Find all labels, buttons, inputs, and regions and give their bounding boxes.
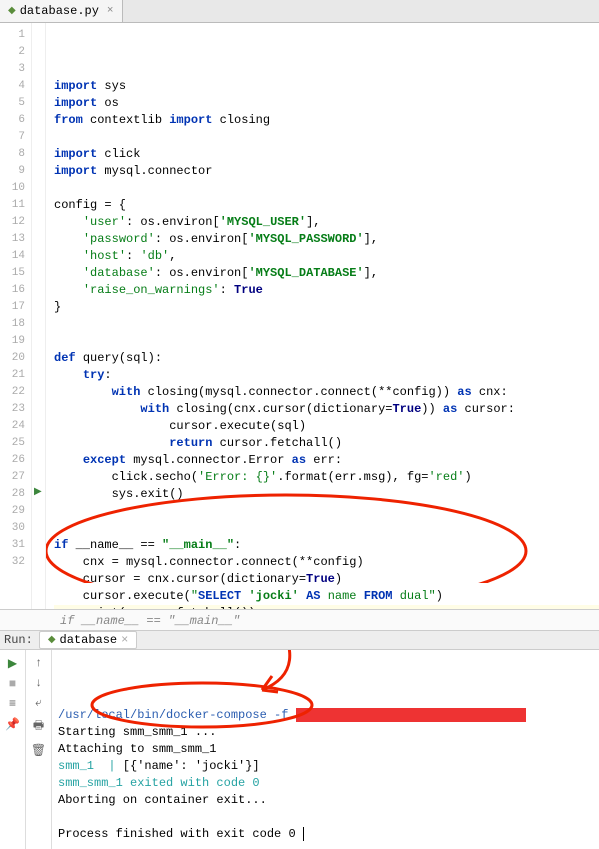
down-button[interactable]: ↓ (35, 676, 42, 690)
output-line: Attaching to smm_smm_1 (58, 741, 593, 758)
console-output[interactable]: /usr/local/bin/docker-compose -f Startin… (52, 650, 599, 849)
close-icon[interactable]: × (107, 5, 114, 17)
run-toolbar-left2: ↑ ↓ ⤶ 🖶 🗑 (26, 650, 52, 849)
layout-button[interactable]: ≡ (9, 697, 16, 711)
rerun-button[interactable]: ▶ (8, 656, 17, 671)
code-line[interactable]: if __name__ == "__main__": (54, 537, 599, 554)
code-line[interactable]: with closing(mysql.connector.connect(**c… (54, 384, 599, 401)
code-area[interactable]: import sysimport osfrom contextlib impor… (46, 23, 599, 609)
code-line[interactable]: 'password': os.environ['MYSQL_PASSWORD']… (54, 231, 599, 248)
code-line[interactable]: except mysql.connector.Error as err: (54, 452, 599, 469)
marker-gutter: ▶ (32, 23, 46, 609)
code-line[interactable]: sys.exit() (54, 486, 599, 503)
output-line: Process finished with exit code 0 (58, 826, 593, 843)
output-line: smm_1 | [{'name': 'jocki'}] (58, 758, 593, 775)
python-file-icon: ◆ (48, 634, 56, 646)
code-line[interactable]: 'database': os.environ['MYSQL_DATABASE']… (54, 265, 599, 282)
code-line[interactable]: config = { (54, 197, 599, 214)
output-line (58, 809, 593, 826)
run-label: Run: (4, 633, 33, 647)
breadcrumb[interactable]: if __name__ == "__main__" (0, 609, 599, 631)
code-line[interactable]: import sys (54, 78, 599, 95)
code-line[interactable] (54, 333, 599, 350)
code-line[interactable]: cursor = cnx.cursor(dictionary=True) (54, 571, 599, 588)
print-button[interactable]: 🖶 (33, 716, 44, 737)
redacted-bar (296, 708, 526, 722)
line-number-gutter: 1234567891011121314151617181920212223242… (0, 23, 32, 609)
breadcrumb-text: if __name__ == "__main__" (60, 614, 240, 628)
run-header: Run: ◆ database × (0, 631, 599, 650)
code-line[interactable] (54, 129, 599, 146)
code-line[interactable]: cursor.execute("SELECT 'jocki' AS name F… (54, 588, 599, 605)
code-line[interactable] (54, 180, 599, 197)
softwrap-button[interactable]: ⤶ (35, 696, 42, 710)
run-tab-database[interactable]: ◆ database × (39, 631, 138, 649)
code-line[interactable]: 'user': os.environ['MYSQL_USER'], (54, 214, 599, 231)
tab-filename: database.py (20, 4, 99, 18)
clear-button[interactable]: 🗑 (31, 743, 46, 758)
run-toolbar-left: ▶ ■ ≡ 📌 (0, 650, 26, 849)
code-line[interactable]: print(cursor.fetchall()) (54, 605, 599, 609)
output-line: smm_smm_1 exited with code 0 (58, 775, 593, 792)
code-line[interactable] (54, 520, 599, 537)
python-file-icon: ◆ (8, 5, 16, 17)
run-tool-window: Run: ◆ database × ▶ ■ ≡ 📌 ↑ ↓ ⤶ 🖶 🗑 /us (0, 631, 599, 811)
close-icon[interactable]: × (121, 633, 128, 647)
code-line[interactable]: with closing(cnx.cursor(dictionary=True)… (54, 401, 599, 418)
code-line[interactable]: cnx = mysql.connector.connect(**config) (54, 554, 599, 571)
code-line[interactable]: import mysql.connector (54, 163, 599, 180)
output-line: Aborting on container exit... (58, 792, 593, 809)
code-line[interactable]: import click (54, 146, 599, 163)
output-line: Starting smm_smm_1 ... (58, 724, 593, 741)
code-line[interactable]: from contextlib import closing (54, 112, 599, 129)
code-line[interactable]: import os (54, 95, 599, 112)
up-button[interactable]: ↑ (35, 656, 42, 670)
code-line[interactable]: 'host': 'db', (54, 248, 599, 265)
stop-button[interactable]: ■ (9, 677, 16, 691)
code-line[interactable] (54, 316, 599, 333)
output-line: /usr/local/bin/docker-compose -f (58, 707, 593, 724)
code-line[interactable]: 'raise_on_warnings': True (54, 282, 599, 299)
code-line[interactable]: cursor.execute(sql) (54, 418, 599, 435)
editor-tab-database[interactable]: ◆ database.py × (0, 0, 123, 22)
editor-tabbar: ◆ database.py × (0, 0, 599, 23)
pin-button[interactable]: 📌 (5, 717, 20, 732)
code-line[interactable]: click.secho('Error: {}'.format(err.msg),… (54, 469, 599, 486)
code-line[interactable]: try: (54, 367, 599, 384)
code-line[interactable]: return cursor.fetchall() (54, 435, 599, 452)
code-line[interactable]: } (54, 299, 599, 316)
code-editor[interactable]: 1234567891011121314151617181920212223242… (0, 23, 599, 609)
code-line[interactable] (54, 503, 599, 520)
run-tab-name: database (60, 633, 118, 647)
code-line[interactable]: def query(sql): (54, 350, 599, 367)
